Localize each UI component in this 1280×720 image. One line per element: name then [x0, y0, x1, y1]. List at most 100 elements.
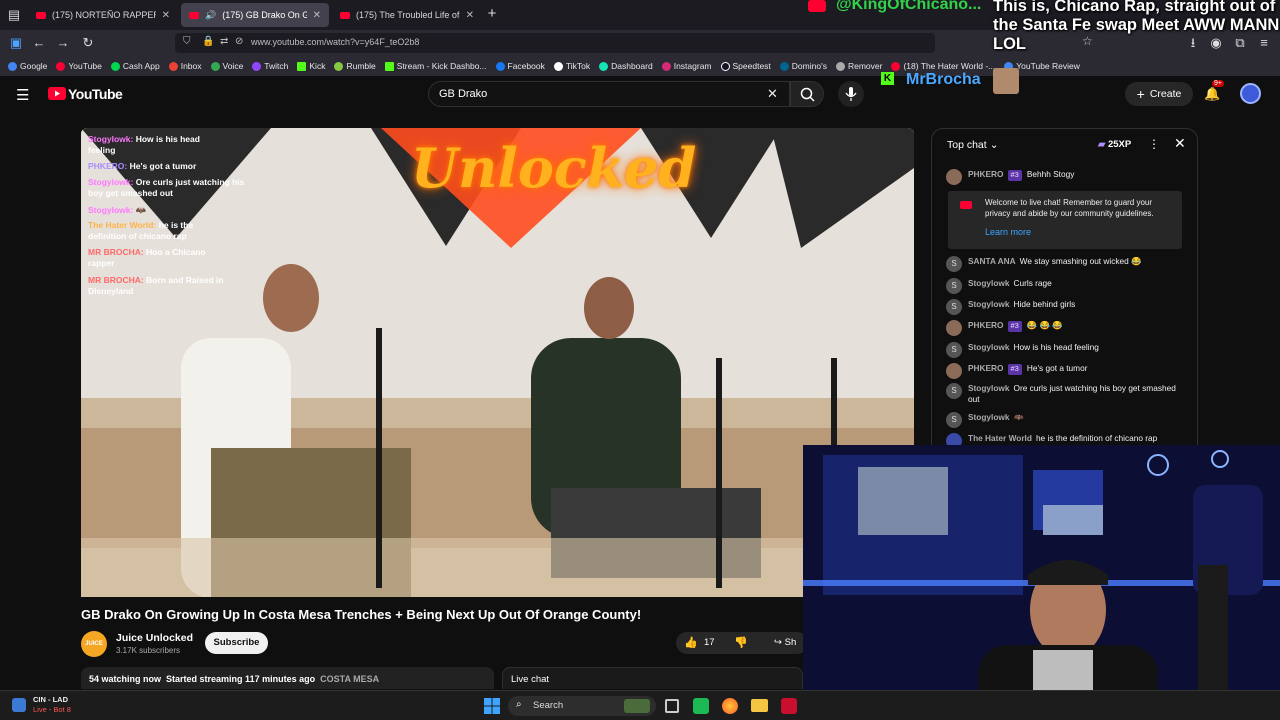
- close-chat-icon[interactable]: ✕: [1174, 135, 1186, 152]
- voice-search-button[interactable]: [838, 81, 864, 107]
- lock-icon[interactable]: 🔒: [202, 36, 214, 47]
- bookmark-item[interactable]: (18) The Hater World -...: [891, 61, 995, 71]
- thumbs-down-icon[interactable]: 👎: [734, 636, 748, 649]
- avatar: S: [946, 256, 962, 272]
- video-player[interactable]: Unlocked Stogylowk: How is his head feel…: [81, 128, 914, 597]
- overlay-chat-line: MR BROCHA: Hoo a Chicano rapper: [88, 247, 206, 268]
- bookmark-item[interactable]: Stream - Kick Dashbo...: [384, 61, 487, 71]
- youtube-header: ☰ YouTube GB Drako ✕ K MrBrocha + Create…: [0, 68, 1280, 112]
- bookmark-item[interactable]: Dashboard: [599, 61, 653, 71]
- create-button[interactable]: + Create: [1125, 82, 1193, 106]
- video-description-summary[interactable]: 54 watching now Started streaming 117 mi…: [81, 667, 494, 689]
- reload-button[interactable]: ↻: [80, 35, 96, 51]
- bookmark-item[interactable]: Kick: [297, 61, 325, 71]
- chat-message: PHKERO #3 😂 😂 😂: [946, 320, 1186, 336]
- overlay-chat-line: The Hater World: he is the definition of…: [88, 220, 194, 241]
- search-icon: ⌕: [516, 699, 522, 710]
- search-button[interactable]: [790, 81, 824, 107]
- forward-button[interactable]: →: [55, 35, 71, 51]
- overlay-chat-line: Stogylowk: Ore curls just watching his b…: [88, 177, 245, 198]
- close-tab-icon[interactable]: ✕: [162, 10, 170, 21]
- media-icon[interactable]: ⊘: [235, 36, 243, 47]
- bookmark-item[interactable]: Domino's: [779, 61, 827, 71]
- chat-message: S Stogylowk How is his head feeling: [946, 342, 1186, 358]
- bookmark-item[interactable]: Facebook: [495, 61, 545, 71]
- close-tab-icon[interactable]: ✕: [313, 10, 321, 21]
- chat-mode-dropdown[interactable]: Top chat ⌄: [947, 139, 999, 151]
- address-bar[interactable]: ⛉ 🔒 ⇄ ⊘ www.youtube.com/watch?v=y64F_teO…: [175, 33, 1093, 53]
- weather-widget-icon[interactable]: [12, 698, 26, 712]
- bookmark-item[interactable]: Google: [8, 61, 47, 71]
- windows-taskbar: CIN - LAD Live - Bot 8 ⌕ Search: [0, 690, 1280, 720]
- subscriber-count: 3.17K subscribers: [116, 646, 181, 655]
- avatar: [946, 169, 962, 185]
- share-button[interactable]: ↪ Sh: [768, 632, 808, 654]
- bookmark-item[interactable]: Speedtest: [720, 61, 771, 71]
- hamburger-menu-icon[interactable]: ☰: [16, 86, 29, 104]
- video-title: GB Drako On Growing Up In Costa Mesa Tre…: [81, 607, 642, 622]
- browser-tab-1[interactable]: (175) NORTEÑO RAPPER SWITCHES ✕: [28, 3, 178, 27]
- new-tab-button[interactable]: +: [484, 6, 500, 22]
- avatar[interactable]: [1240, 83, 1261, 104]
- streamer-emote-avatar: [993, 68, 1019, 94]
- webcam-scene: [803, 445, 1280, 720]
- taskbar-search-box[interactable]: ⌕ Search: [508, 696, 656, 716]
- channel-avatar[interactable]: JUICE: [81, 631, 107, 657]
- search-highlight-icon: [624, 699, 650, 713]
- bookmark-item[interactable]: TikTok: [553, 61, 590, 71]
- sidebar-icon[interactable]: ▣: [8, 35, 24, 51]
- speaker-icon[interactable]: 🔊: [205, 10, 216, 21]
- bookmark-item[interactable]: Remover: [835, 61, 882, 71]
- bookmark-item[interactable]: Rumble: [334, 61, 376, 71]
- bookmark-item[interactable]: Inbox: [168, 61, 202, 71]
- notifications-bell-icon[interactable]: 🔔: [1204, 86, 1220, 102]
- weather-widget-subtitle: Live - Bot 8: [33, 705, 71, 714]
- chat-message: S SANTA ANA We stay smashing out wicked 😂: [946, 256, 1186, 272]
- app-icon-green[interactable]: [693, 698, 709, 714]
- channel-name[interactable]: Juice Unlocked: [116, 632, 193, 644]
- thumbs-up-icon[interactable]: 👍: [684, 636, 698, 649]
- search-input[interactable]: GB Drako ✕: [428, 81, 790, 107]
- subscribe-button[interactable]: Subscribe: [205, 632, 268, 654]
- weather-widget-title[interactable]: CIN - LAD: [33, 695, 68, 704]
- share-icon: ↪: [774, 637, 782, 648]
- bookmark-item[interactable]: Voice: [210, 61, 243, 71]
- clear-search-icon[interactable]: ✕: [767, 86, 778, 102]
- shield-icon[interactable]: ⛉: [183, 36, 191, 47]
- browser-tab-3[interactable]: (175) The Troubled Life of Rollin ✕: [332, 3, 482, 27]
- live-chat-replay-header[interactable]: Live chat: [502, 667, 803, 689]
- bookmarks-bar: Google YouTube Cash App Inbox Voice Twit…: [0, 56, 1280, 76]
- avatar: S: [946, 383, 962, 399]
- browser-tab-2[interactable]: 🔊 (175) GB Drako On Growing ✕: [181, 3, 329, 27]
- neon-sign-text: Unlocked: [411, 136, 697, 200]
- xp-badge[interactable]: ▰ 25XP: [1098, 139, 1131, 150]
- permissions-icon[interactable]: ⇄: [220, 36, 228, 47]
- avatar: S: [946, 278, 962, 294]
- overlay-banner-text: This is, Chicano Rap, straight out of th…: [993, 0, 1280, 53]
- youtube-logo-text[interactable]: YouTube: [68, 86, 123, 102]
- bookmark-item[interactable]: Cash App: [110, 61, 160, 71]
- chat-message: PHKERO #3 Behhh Stogy: [946, 169, 1186, 185]
- more-options-icon[interactable]: ⋮: [1148, 137, 1160, 151]
- task-view-icon[interactable]: [665, 699, 679, 713]
- bookmark-item[interactable]: Instagram: [661, 61, 712, 71]
- tab-list-icon[interactable]: ▤: [6, 7, 22, 23]
- streamer-webcam: [803, 445, 1280, 720]
- youtube-logo-icon[interactable]: [48, 87, 66, 100]
- app-icon-red[interactable]: [781, 698, 797, 714]
- learn-more-link[interactable]: Learn more: [985, 227, 1031, 237]
- like-count: 17: [704, 637, 715, 648]
- chat-message: S Stogylowk Hide behind girls: [946, 299, 1186, 315]
- url-text: www.youtube.com/watch?v=y64F_teO2b8: [251, 37, 420, 47]
- overlay-chat-line: Stogylowk: How is his head feeling: [88, 134, 200, 155]
- close-tab-icon[interactable]: ✕: [466, 10, 474, 21]
- back-button[interactable]: ←: [31, 35, 47, 51]
- firefox-icon[interactable]: [722, 698, 738, 714]
- plus-icon: +: [1136, 86, 1145, 102]
- chat-message: S Stogylowk 🦇: [946, 412, 1186, 428]
- bookmark-item[interactable]: YouTube: [56, 61, 102, 71]
- bookmark-item[interactable]: Twitch: [252, 61, 288, 71]
- chat-message: S Stogylowk Ore curls just watching his b…: [946, 383, 1186, 404]
- file-explorer-icon[interactable]: [751, 699, 768, 712]
- windows-start-icon[interactable]: [484, 698, 500, 714]
